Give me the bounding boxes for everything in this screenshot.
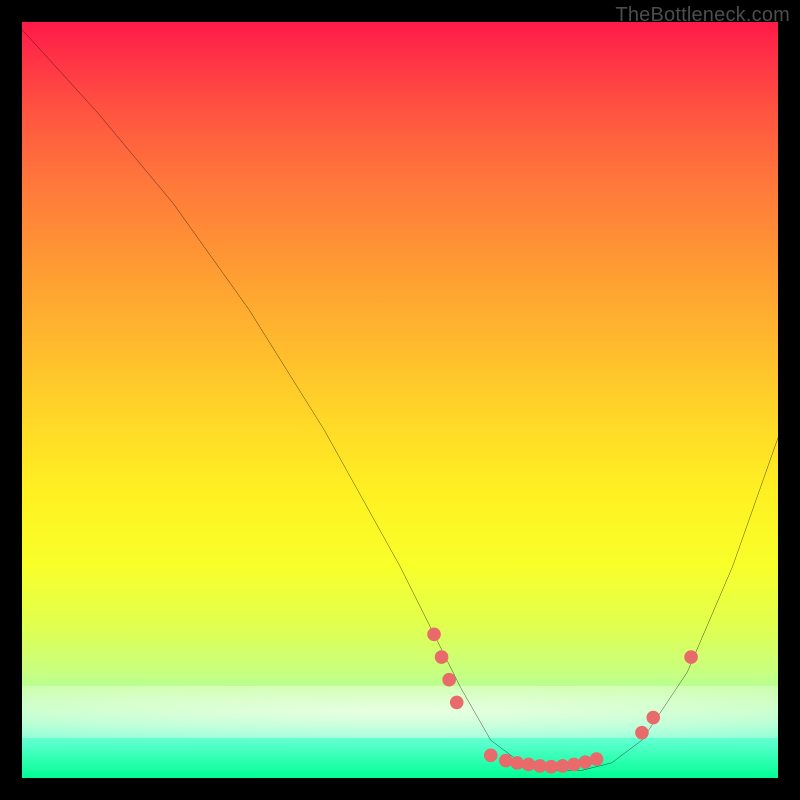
data-marker — [450, 696, 464, 710]
data-marker — [590, 752, 604, 766]
data-marker — [484, 749, 498, 763]
attribution-text: TheBottleneck.com — [615, 4, 790, 27]
marker-group — [427, 628, 698, 774]
data-marker — [646, 711, 660, 725]
plot-area — [22, 22, 778, 778]
data-marker — [442, 673, 456, 687]
chart-container: TheBottleneck.com — [0, 0, 800, 800]
data-marker — [427, 628, 441, 642]
chart-svg — [22, 22, 778, 778]
data-marker — [567, 758, 581, 772]
data-marker — [435, 650, 449, 664]
data-marker — [684, 650, 698, 664]
data-marker — [499, 754, 513, 768]
bottleneck-curve — [22, 30, 778, 771]
data-marker — [635, 726, 649, 740]
